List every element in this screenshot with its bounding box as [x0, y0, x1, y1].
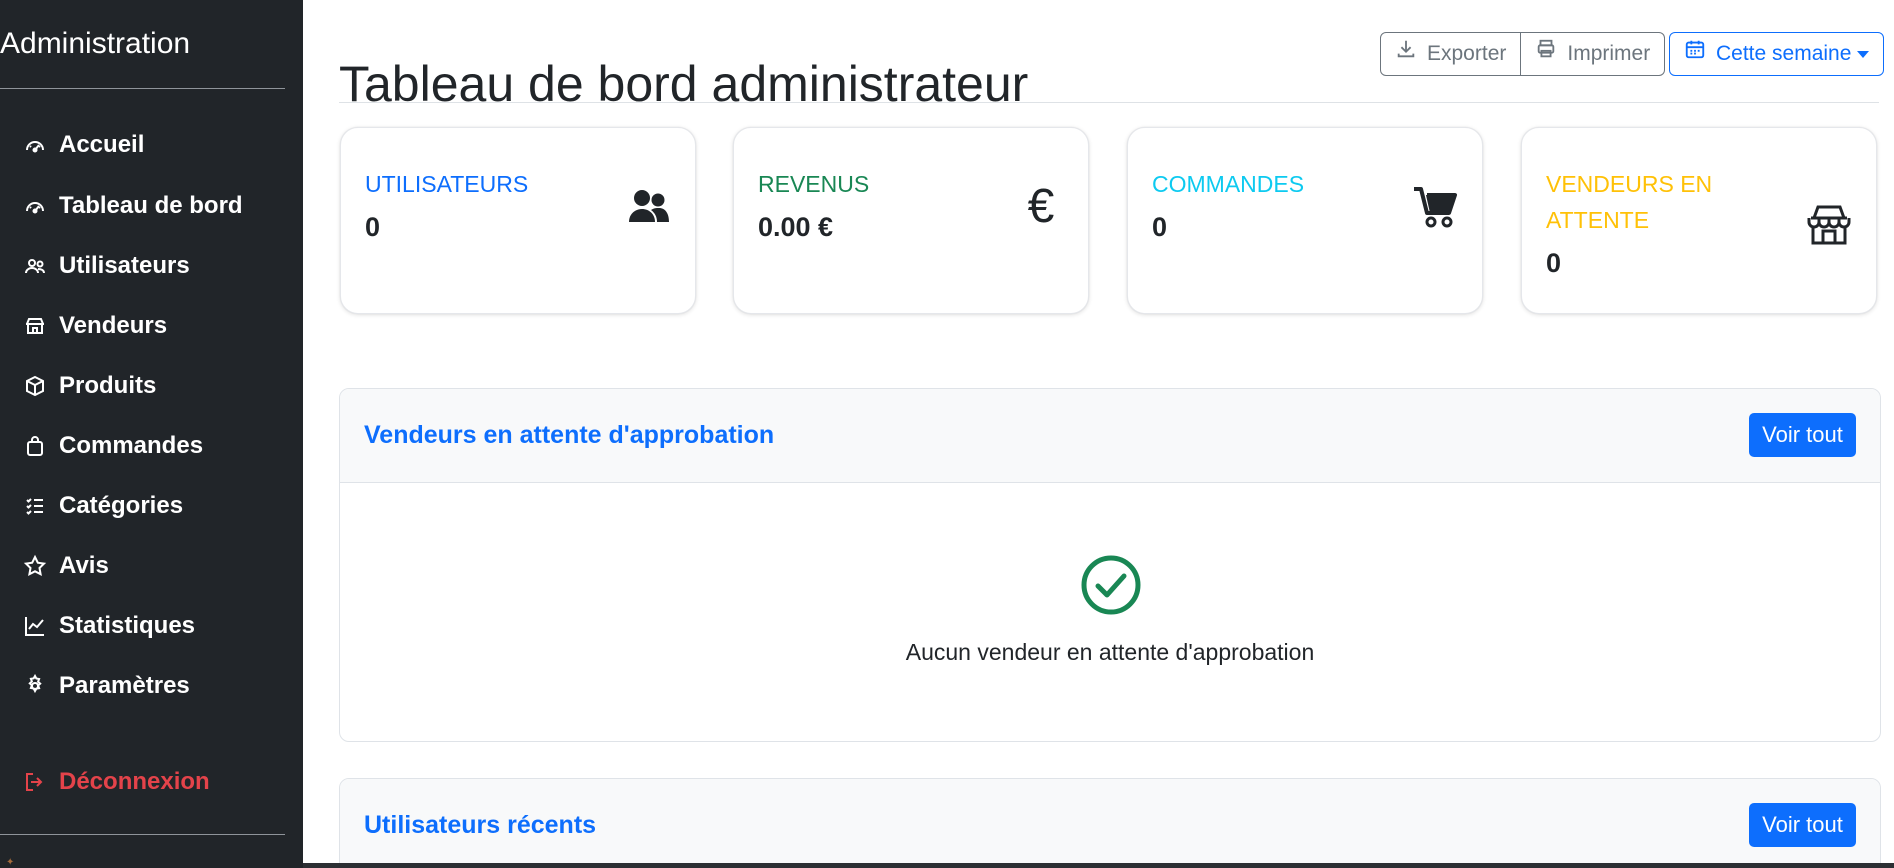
sidebar: Administration Accueil Tableau de bord U… [0, 0, 303, 868]
sidebar-item-avis[interactable]: Avis [22, 546, 292, 586]
sidebar-item-label: Paramètres [59, 672, 190, 699]
empty-state-message: Aucun vendeur en attente d'approbation [905, 639, 1315, 665]
period-dropdown-wrapper: Cette semaine [1669, 32, 1885, 78]
sidebar-item-produits[interactable]: Produits [22, 366, 292, 406]
chevron-down-icon [1857, 50, 1870, 58]
sidebar-item-statistiques[interactable]: Statistiques [22, 606, 292, 646]
sidebar-item-label: Vendeurs [59, 312, 168, 339]
sidebar-item-accueil[interactable]: Accueil [22, 125, 292, 165]
speedometer-icon [22, 193, 48, 219]
gear-icon [22, 673, 48, 699]
check-circle-icon [1080, 554, 1142, 616]
period-dropdown[interactable]: Cette semaine [1669, 32, 1885, 76]
sidebar-item-label: Produits [59, 372, 157, 399]
stat-card-revenue: REVENUS 0.00 € € [733, 127, 1089, 314]
logout-link[interactable]: Déconnexion [22, 762, 292, 802]
panel-header: Vendeurs en attente d'approbation Voir t… [340, 389, 1880, 483]
export-label: Exporter [1427, 42, 1507, 65]
sidebar-brand: Administration [0, 27, 191, 60]
graph-up-icon [22, 613, 48, 639]
stat-label: COMMANDES [1152, 171, 1305, 197]
sidebar-divider [0, 88, 285, 89]
sidebar-item-parametres[interactable]: Paramètres [22, 666, 292, 706]
stat-value: 0 [1546, 248, 1562, 278]
stat-card-orders: COMMANDES 0 [1127, 127, 1483, 314]
stat-value: 0.00 € [758, 212, 834, 242]
export-button[interactable]: Exporter [1380, 32, 1522, 76]
sidebar-item-label: Accueil [59, 131, 145, 158]
decorative-icon: ✦ [6, 857, 15, 868]
bag-icon [22, 433, 48, 459]
stat-card-users: UTILISATEURS 0 [340, 127, 696, 314]
stat-value: 0 [365, 212, 381, 242]
stat-label: UTILISATEURS [365, 171, 529, 197]
panel-title: Utilisateurs récents [364, 811, 597, 839]
window-bottom-edge [303, 863, 1894, 868]
export-print-group: Exporter Imprimer [1380, 32, 1666, 78]
stat-value: 0 [1152, 212, 1168, 242]
view-all-button[interactable]: Voir tout [1749, 413, 1856, 457]
download-icon [1395, 32, 1427, 76]
pending-sellers-panel: Vendeurs en attente d'approbation Voir t… [339, 388, 1881, 742]
sidebar-item-commandes[interactable]: Commandes [22, 426, 292, 466]
sidebar-item-label: Commandes [59, 432, 204, 459]
main-content: Tableau de bord administrateur Exporter … [303, 0, 1894, 868]
stat-label: VENDEURS EN ATTENTE [1546, 171, 1713, 233]
sidebar-item-users[interactable]: Utilisateurs [22, 246, 292, 286]
box-icon [22, 373, 48, 399]
sidebar-item-label: Tableau de bord [59, 192, 243, 219]
panel-header: Utilisateurs récents Voir tout [340, 779, 1880, 868]
sidebar-item-vendeurs[interactable]: Vendeurs [22, 306, 292, 346]
print-label: Imprimer [1567, 42, 1651, 65]
shop-icon [22, 313, 48, 339]
sidebar-item-dashboard[interactable]: Tableau de bord [22, 186, 292, 226]
people-icon [22, 253, 48, 279]
print-button[interactable]: Imprimer [1521, 32, 1666, 76]
speedometer-icon [22, 132, 48, 158]
printer-icon [1535, 32, 1567, 76]
view-all-button[interactable]: Voir tout [1749, 803, 1856, 847]
logout-label: Déconnexion [59, 768, 210, 795]
people-icon [623, 182, 673, 232]
list-check-icon [22, 493, 48, 519]
sidebar-item-categories[interactable]: Catégories [22, 486, 292, 526]
sidebar-item-label: Utilisateurs [59, 252, 190, 279]
sidebar-bottom-divider [0, 834, 285, 835]
shop-icon [1804, 199, 1854, 249]
calendar-icon [1684, 32, 1716, 76]
star-icon [22, 553, 48, 579]
box-arrow-right-icon [22, 769, 48, 795]
period-label: Cette semaine [1716, 42, 1852, 65]
sidebar-item-label: Catégories [59, 492, 184, 519]
cart-icon [1410, 182, 1460, 232]
header-divider [339, 102, 1879, 103]
page-title: Tableau de bord administrateur [339, 55, 1029, 112]
sidebar-item-label: Statistiques [59, 612, 196, 639]
stat-card-pending-sellers: VENDEURS EN ATTENTE 0 [1521, 127, 1877, 314]
panel-title: Vendeurs en attente d'approbation [364, 421, 775, 449]
sidebar-item-label: Avis [59, 552, 109, 579]
euro-icon: € [1027, 180, 1055, 233]
stat-label: REVENUS [758, 171, 870, 197]
recent-users-panel: Utilisateurs récents Voir tout [339, 778, 1881, 868]
